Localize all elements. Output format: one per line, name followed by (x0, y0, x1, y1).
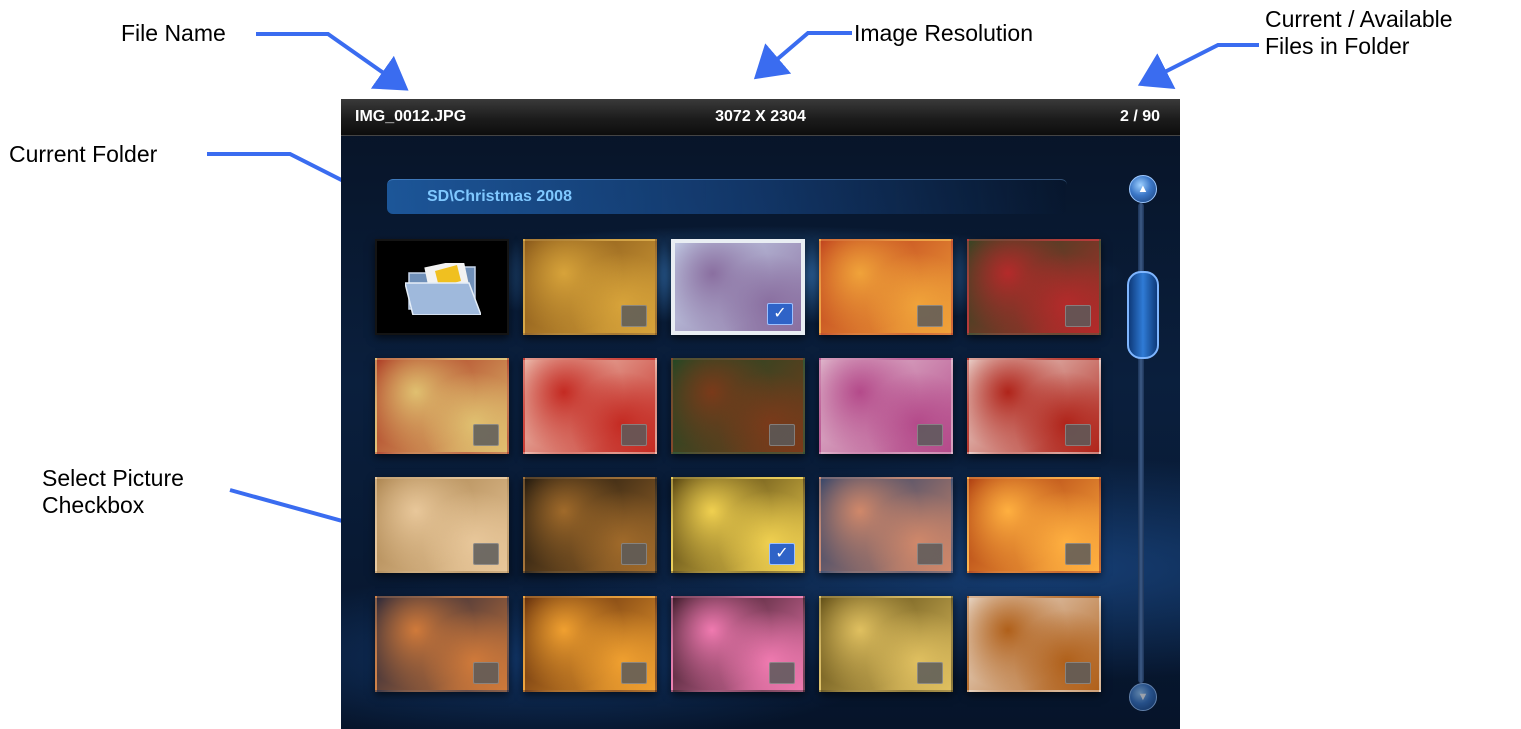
photo-thumbnail-tree-ornaments[interactable] (967, 239, 1101, 335)
photo-thumbnail-wrapped-presents[interactable] (375, 358, 509, 454)
select-checkbox[interactable] (621, 543, 647, 565)
callout-file-name: File Name (121, 20, 226, 46)
photo-thumbnail-girl-in-snow[interactable] (819, 358, 953, 454)
checkbox-checked-icon[interactable]: ✓ (767, 303, 793, 325)
select-checkbox[interactable] (621, 424, 647, 446)
select-checkbox[interactable] (917, 662, 943, 684)
folder-icon (405, 263, 481, 315)
photo-thumbnail-golden-gift[interactable]: ✓ (671, 477, 805, 573)
select-checkbox[interactable] (917, 305, 943, 327)
arrow-file-count (1137, 43, 1259, 89)
photo-thumbnail-candle-cake[interactable] (967, 477, 1101, 573)
checkbox-checked-icon[interactable]: ✓ (769, 543, 795, 565)
photo-thumbnail-ferris-wheel[interactable] (375, 596, 509, 692)
callout-current-available-line2: Files in Folder (1265, 33, 1410, 59)
select-checkbox[interactable] (1065, 662, 1091, 684)
callout-select-checkbox-line1: Select Picture (42, 465, 184, 491)
select-checkbox[interactable] (473, 424, 499, 446)
thumbnail-grid: ✓ ✓ (375, 239, 1105, 719)
scroll-thumb[interactable] (1127, 271, 1159, 359)
select-checkbox[interactable] (917, 543, 943, 565)
arrow-file-name (256, 32, 409, 91)
select-checkbox[interactable] (621, 305, 647, 327)
select-checkbox[interactable] (769, 424, 795, 446)
select-checkbox[interactable] (1065, 543, 1091, 565)
arrow-image-resolution (753, 31, 852, 80)
scroll-up-icon[interactable]: ▲ (1129, 175, 1157, 203)
photo-thumbnail-group-of-friends[interactable] (819, 477, 953, 573)
select-checkbox[interactable] (621, 662, 647, 684)
select-checkbox[interactable] (473, 662, 499, 684)
photo-thumbnail-gold-ornaments[interactable] (967, 596, 1101, 692)
photo-thumbnail-kids-in-snow[interactable]: ✓ (671, 239, 805, 335)
select-checkbox[interactable] (769, 662, 795, 684)
photo-thumbnail-baubles[interactable] (967, 358, 1101, 454)
scroll-down-icon[interactable]: ▼ (1129, 683, 1157, 711)
select-checkbox[interactable] (1065, 424, 1091, 446)
callout-select-checkbox: Select Picture Checkbox (42, 465, 184, 519)
current-folder-bar: SD\Christmas 2008 (387, 179, 1067, 214)
photo-thumbnail-fireworks-pink[interactable] (671, 596, 805, 692)
image-resolution: 3072 X 2304 (715, 108, 806, 125)
current-folder-path: SD\Christmas 2008 (427, 188, 572, 205)
select-checkbox[interactable] (1065, 305, 1091, 327)
select-checkbox[interactable] (917, 424, 943, 446)
photo-thumbnail-party-woman[interactable] (375, 477, 509, 573)
scrollbar[interactable]: ▲ ▼ (1121, 171, 1163, 711)
photo-thumbnail-golden-tree[interactable] (819, 596, 953, 692)
photo-thumbnail-gift-boxes[interactable] (819, 239, 953, 335)
folder-thumbnail[interactable] (375, 239, 509, 335)
select-checkbox[interactable] (473, 543, 499, 565)
photo-thumbnail-pine-cone[interactable] (671, 358, 805, 454)
file-count: 2 / 90 (1119, 108, 1160, 125)
photo-thumbnail-fireworks-night[interactable] (523, 477, 657, 573)
photo-browser-screen: IMG_0012.JPG 3072 X 2304 2 / 90 SD\Chris… (341, 99, 1180, 729)
callout-current-available: Current / Available Files in Folder (1265, 6, 1453, 60)
status-bar: IMG_0012.JPG 3072 X 2304 2 / 90 (341, 99, 1180, 136)
photo-thumbnail-girl-with-gift[interactable] (523, 358, 657, 454)
callout-image-resolution: Image Resolution (854, 20, 1033, 46)
callout-current-available-line1: Current / Available (1265, 6, 1453, 32)
callout-select-checkbox-line2: Checkbox (42, 492, 145, 518)
photo-thumbnail-christmas-tree-lights[interactable] (523, 239, 657, 335)
callout-current-folder: Current Folder (9, 141, 158, 167)
photo-thumbnail-lights-curtain[interactable] (523, 596, 657, 692)
